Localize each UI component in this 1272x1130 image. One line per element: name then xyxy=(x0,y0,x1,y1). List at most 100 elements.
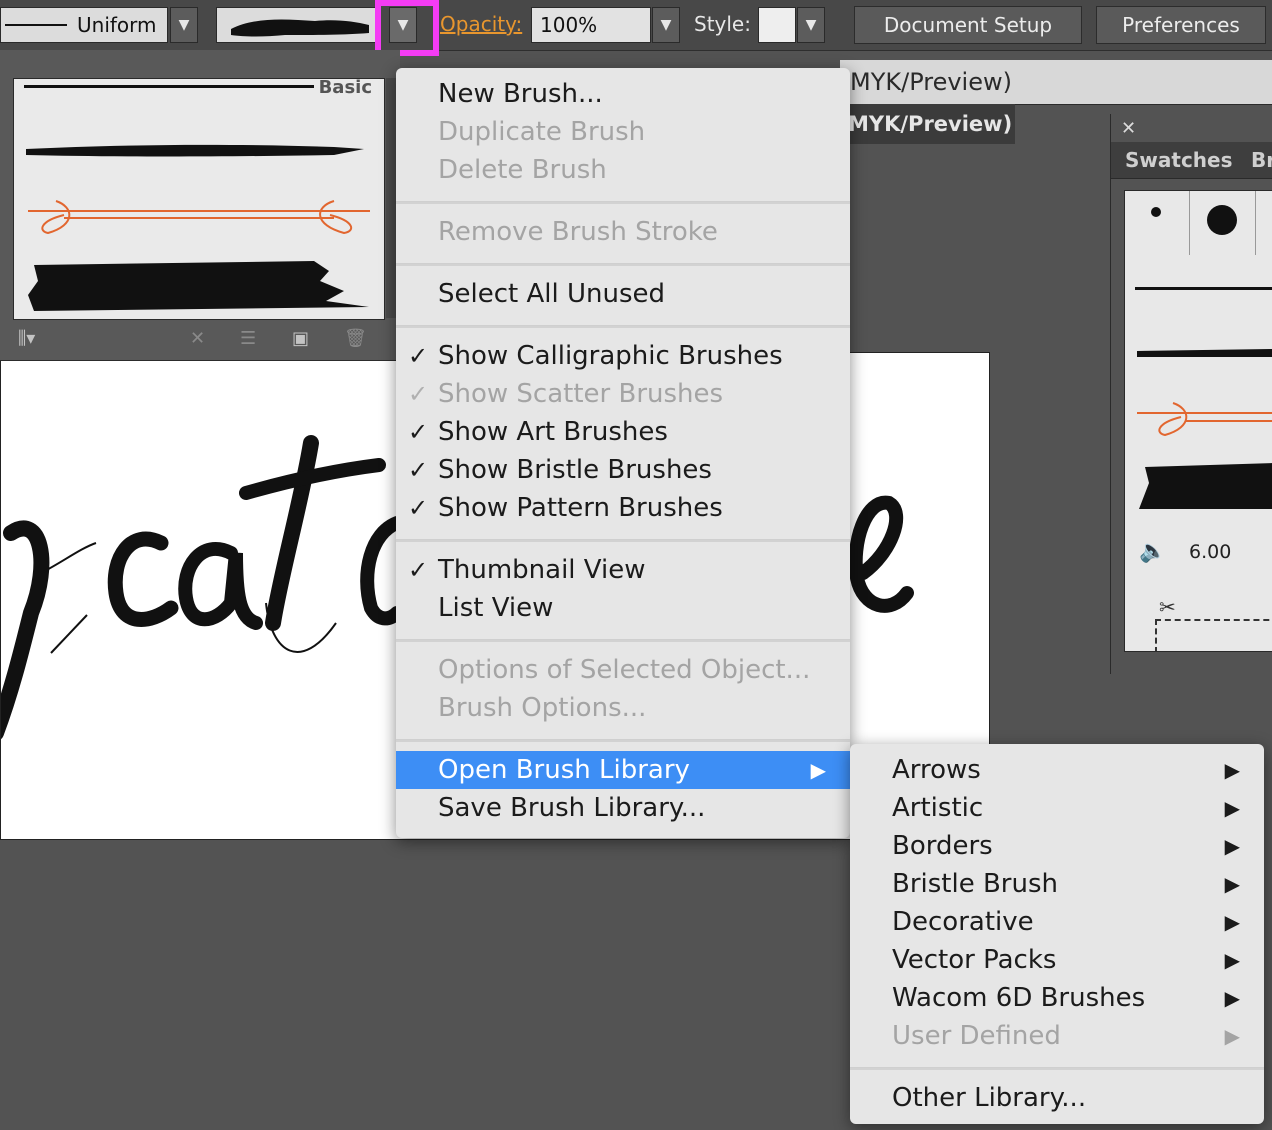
menu-item-duplicate-brush: Duplicate Brush xyxy=(396,113,850,151)
opacity-value: 100% xyxy=(540,13,598,37)
submenu-item-artistic[interactable]: Artistic ▶ xyxy=(850,789,1264,827)
brush-list-scrollbar[interactable] xyxy=(386,78,396,318)
tab-brushes[interactable]: Br xyxy=(1251,148,1272,172)
brush-item-basic[interactable] xyxy=(1125,255,1272,322)
menu-item-label: Options of Selected Object... xyxy=(438,655,811,685)
opacity-label[interactable]: Opacity: xyxy=(440,12,522,36)
dashed-selection-preview xyxy=(1155,619,1272,651)
menu-item-show-calligraphic-brushes[interactable]: ✓ Show Calligraphic Brushes xyxy=(396,337,850,375)
menu-item-label: New Brush... xyxy=(438,79,603,109)
brush-item-bristle[interactable] xyxy=(1125,453,1272,520)
bristle-brush-preview xyxy=(28,261,369,311)
submenu-item-other-library[interactable]: Other Library... xyxy=(850,1079,1264,1117)
trash-icon[interactable]: 🗑 xyxy=(344,328,367,349)
stroke-profile-select[interactable]: Uniform xyxy=(0,7,168,43)
menu-item-label: Bristle Brush xyxy=(892,869,1059,899)
submenu-item-decorative[interactable]: Decorative ▶ xyxy=(850,903,1264,941)
close-icon[interactable]: ✕ xyxy=(1121,118,1136,139)
brush-name: Basic xyxy=(318,77,372,98)
small-brush-tip-icon[interactable] xyxy=(1151,207,1161,217)
stroke-profile-preview xyxy=(5,24,67,26)
menu-item-select-all-unused[interactable]: Select All Unused xyxy=(396,275,850,313)
menu-item-label: Delete Brush xyxy=(438,155,607,185)
menu-item-delete-brush: Delete Brush xyxy=(396,151,850,189)
submenu-arrow-icon: ▶ xyxy=(1224,834,1240,858)
new-brush-icon[interactable]: ▣ xyxy=(292,328,309,349)
submenu-arrow-icon: ▶ xyxy=(1224,910,1240,934)
submenu-arrow-icon: ▶ xyxy=(1224,1024,1240,1048)
menu-item-label: Artistic xyxy=(892,793,984,823)
brush-item-charcoal[interactable] xyxy=(14,119,384,186)
menu-item-show-art-brushes[interactable]: ✓ Show Art Brushes xyxy=(396,413,850,451)
style-dropdown-arrow[interactable]: ▼ xyxy=(797,7,825,43)
large-brush-tip-icon[interactable] xyxy=(1207,205,1237,235)
tab-swatches[interactable]: Swatches xyxy=(1125,148,1233,172)
menu-item-label: Show Art Brushes xyxy=(438,417,668,447)
bristle-brush-preview xyxy=(1139,463,1272,509)
arrow-brush-preview xyxy=(28,200,370,235)
brush-list: Basic xyxy=(13,77,385,320)
remove-brush-stroke-icon[interactable]: ✕ xyxy=(190,328,205,349)
menu-item-remove-brush-stroke: Remove Brush Stroke xyxy=(396,213,850,251)
menu-item-label: List View xyxy=(438,593,554,623)
brush-tips-row xyxy=(1125,191,1272,256)
brush-item-basic[interactable]: Basic xyxy=(14,77,384,120)
menu-item-label: Decorative xyxy=(892,907,1034,937)
document-tab-title: MYK/Preview) xyxy=(848,112,1013,136)
menu-item-label: Show Scatter Brushes xyxy=(438,379,724,409)
document-window-title: MYK/Preview) xyxy=(850,68,1012,96)
menu-item-show-bristle-brushes[interactable]: ✓ Show Bristle Brushes xyxy=(396,451,850,489)
document-window-titlebar: MYK/Preview) xyxy=(840,60,1272,105)
divider xyxy=(1255,191,1256,255)
menu-item-show-pattern-brushes[interactable]: ✓ Show Pattern Brushes xyxy=(396,489,850,527)
menu-item-label: Show Pattern Brushes xyxy=(438,493,723,523)
brush-definition-field[interactable] xyxy=(216,7,376,43)
checkmark-icon: ✓ xyxy=(408,418,429,446)
brush-item-charcoal[interactable] xyxy=(1125,321,1272,388)
submenu-item-arrows[interactable]: Arrows ▶ xyxy=(850,751,1264,789)
brush-item-arrow[interactable] xyxy=(1125,387,1272,454)
stroke-profile-label: Uniform xyxy=(77,13,157,37)
menu-item-label: Remove Brush Stroke xyxy=(438,217,718,247)
options-icon[interactable]: ☰ xyxy=(240,328,256,349)
menu-item-label: Duplicate Brush xyxy=(438,117,646,147)
submenu-item-bristle-brush[interactable]: Bristle Brush ▶ xyxy=(850,865,1264,903)
divider xyxy=(1189,191,1190,255)
preferences-button[interactable]: Preferences xyxy=(1096,6,1266,44)
scissors-icon[interactable]: ✂ xyxy=(1159,595,1176,619)
submenu-item-vector-packs[interactable]: Vector Packs ▶ xyxy=(850,941,1264,979)
submenu-arrow-icon: ▶ xyxy=(1224,758,1240,782)
menu-item-label: Save Brush Library... xyxy=(438,793,706,823)
brush-stroke-preview xyxy=(231,19,369,37)
menu-item-save-brush-library[interactable]: Save Brush Library... xyxy=(396,789,850,827)
menu-item-label: User Defined xyxy=(892,1021,1061,1051)
opacity-dropdown-arrow[interactable]: ▼ xyxy=(652,7,680,43)
menu-item-thumbnail-view[interactable]: ✓ Thumbnail View xyxy=(396,551,850,589)
submenu-arrow-icon: ▶ xyxy=(810,758,826,782)
menu-item-list-view[interactable]: List View xyxy=(396,589,850,627)
menu-item-new-brush[interactable]: New Brush... xyxy=(396,75,850,113)
brush-item-bristle[interactable] xyxy=(14,251,384,319)
stroke-profile-dropdown-arrow[interactable]: ▼ xyxy=(170,7,198,43)
submenu-item-wacom-6d-brushes[interactable]: Wacom 6D Brushes ▶ xyxy=(850,979,1264,1017)
document-setup-button[interactable]: Document Setup xyxy=(854,6,1082,44)
menu-separator xyxy=(396,539,850,542)
graphic-style-swatch[interactable] xyxy=(758,7,796,43)
menu-item-label: Open Brush Library xyxy=(438,755,690,785)
menu-separator xyxy=(396,201,850,204)
submenu-item-borders[interactable]: Borders ▶ xyxy=(850,827,1264,865)
charcoal-brush-preview xyxy=(26,144,364,157)
menu-item-open-brush-library[interactable]: Open Brush Library ▶ xyxy=(396,751,850,789)
menu-separator xyxy=(396,263,850,266)
document-tab[interactable]: MYK/Preview) xyxy=(840,104,1015,144)
menu-item-label: Borders xyxy=(892,831,993,861)
brush-library-submenu: Arrows ▶ Artistic ▶ Borders ▶ Bristle Brush… xyxy=(850,744,1264,1124)
opacity-input[interactable]: 100% xyxy=(531,7,651,43)
charcoal-brush-preview xyxy=(1137,349,1272,357)
submenu-arrow-icon: ▶ xyxy=(1224,986,1240,1010)
brush-libraries-menu-icon[interactable]: ⫼▾ xyxy=(18,328,35,349)
menu-item-label: Show Bristle Brushes xyxy=(438,455,712,485)
checkmark-icon: ✓ xyxy=(408,342,429,370)
menu-item-label: Thumbnail View xyxy=(438,555,646,585)
brush-item-arrow[interactable] xyxy=(14,185,384,252)
